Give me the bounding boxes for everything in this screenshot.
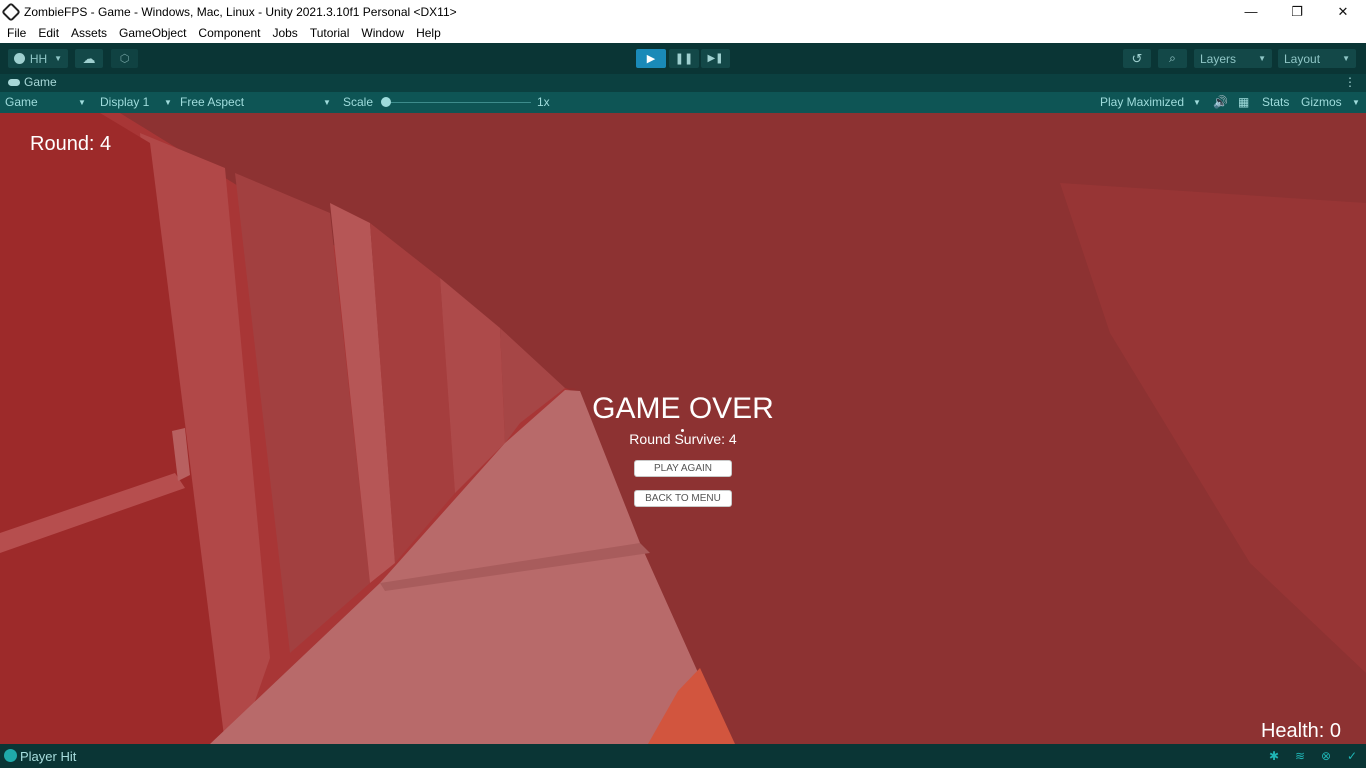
- chevron-down-icon: ▼: [1193, 98, 1201, 107]
- step-button[interactable]: ▶❚: [701, 49, 730, 68]
- search-button[interactable]: ⌕: [1158, 49, 1187, 68]
- play-button[interactable]: ▶: [636, 49, 666, 68]
- stack-icon[interactable]: ≋: [1293, 750, 1307, 763]
- game-mode-dropdown[interactable]: Game: [5, 92, 38, 113]
- menu-edit[interactable]: Edit: [32, 23, 65, 43]
- window-title: ZombieFPS - Game - Windows, Mac, Linux -…: [24, 4, 457, 19]
- game-view-toolbar: Game ▼ Display 1 ▼ Free Aspect ▼ Scale 1…: [0, 92, 1366, 113]
- chevron-down-icon: ▼: [1342, 54, 1350, 63]
- info-icon: [4, 749, 17, 762]
- stats-grid-icon[interactable]: ▦: [1238, 92, 1249, 113]
- tab-game[interactable]: Game: [8, 75, 57, 89]
- pause-icon: ❚❚: [674, 53, 694, 65]
- play-mode-dropdown[interactable]: Play Maximized: [1100, 92, 1184, 113]
- round-counter: Round: 4: [30, 133, 112, 155]
- chevron-down-icon: ▼: [54, 54, 62, 63]
- window-controls: — ❐ ✕: [1228, 0, 1366, 23]
- chevron-down-icon: ▼: [1352, 98, 1360, 107]
- close-button[interactable]: ✕: [1320, 0, 1366, 23]
- network-icon[interactable]: ⊗: [1319, 750, 1333, 763]
- cloud-button[interactable]: ☁: [75, 49, 103, 68]
- aspect-dropdown[interactable]: Free Aspect: [180, 92, 244, 113]
- menu-file[interactable]: File: [0, 23, 32, 43]
- scale-value: 1x: [537, 95, 550, 109]
- game-over-title: GAME OVER: [592, 392, 774, 425]
- menu-bar: File Edit Assets GameObject Component Jo…: [0, 23, 1366, 43]
- menu-gameobject[interactable]: GameObject: [113, 23, 192, 43]
- bug-icon[interactable]: ✱: [1267, 750, 1281, 763]
- account-label: HH: [29, 51, 48, 66]
- scale-slider-handle[interactable]: [381, 97, 391, 107]
- chevron-down-icon: ▼: [78, 98, 86, 107]
- window-titlebar: ZombieFPS - Game - Windows, Mac, Linux -…: [0, 0, 1366, 23]
- account-dropdown[interactable]: HH ▼: [8, 49, 68, 68]
- layers-dropdown[interactable]: Layers ▼: [1194, 49, 1272, 68]
- game-view[interactable]: Round: 4 Health: 0 GAME OVER Round Survi…: [0, 113, 1366, 744]
- display-dropdown[interactable]: Display 1: [100, 92, 149, 113]
- crosshair: [681, 429, 684, 432]
- layers-label: Layers: [1200, 51, 1237, 66]
- view-tab-bar: Game ⋮: [0, 74, 1366, 92]
- gamepad-icon: [8, 78, 20, 86]
- round-survive-text: Round Survive: 4: [629, 431, 737, 447]
- back-to-menu-button[interactable]: BACK TO MENU: [634, 490, 732, 507]
- chevron-down-icon: ▼: [164, 98, 172, 107]
- menu-component[interactable]: Component: [192, 23, 266, 43]
- menu-help[interactable]: Help: [410, 23, 447, 43]
- step-icon: ▶❚: [707, 53, 724, 64]
- menu-tutorial[interactable]: Tutorial: [304, 23, 356, 43]
- stats-button[interactable]: Stats: [1262, 92, 1289, 113]
- chevron-down-icon: ▼: [323, 98, 331, 107]
- menu-window[interactable]: Window: [355, 23, 410, 43]
- tab-game-label: Game: [24, 75, 57, 89]
- layout-label: Layout: [1284, 51, 1321, 66]
- mute-audio-icon[interactable]: 🔊: [1213, 92, 1228, 113]
- unity-logo-icon: [1, 1, 21, 22]
- status-message[interactable]: Player Hit: [20, 749, 76, 764]
- play-again-button[interactable]: PLAY AGAIN: [634, 460, 732, 477]
- main-toolbar: HH ▼ ☁ ⬡ ▶ ❚❚ ▶❚ ↺ ⌕ Layers ▼ Layout ▼: [0, 43, 1366, 74]
- scale-slider-track[interactable]: [384, 102, 531, 103]
- collab-button[interactable]: ⬡: [111, 49, 138, 68]
- scale-label: Scale: [343, 95, 374, 109]
- chevron-down-icon: ▼: [1258, 54, 1266, 63]
- cloud-icon: ☁: [82, 50, 96, 66]
- more-options-icon[interactable]: ⋮: [1344, 75, 1356, 89]
- status-bar: Player Hit ✱ ≋ ⊗ ✓: [0, 744, 1366, 768]
- minimize-button[interactable]: —: [1228, 0, 1274, 23]
- layout-dropdown[interactable]: Layout ▼: [1278, 49, 1356, 68]
- pause-button[interactable]: ❚❚: [669, 49, 699, 68]
- search-icon: ⌕: [1169, 51, 1176, 65]
- menu-assets[interactable]: Assets: [65, 23, 113, 43]
- history-icon: ↺: [1131, 50, 1143, 66]
- play-icon: ▶: [646, 53, 656, 65]
- account-icon: [14, 53, 25, 64]
- check-circle-icon[interactable]: ✓: [1345, 750, 1359, 763]
- maximize-button[interactable]: ❐: [1274, 0, 1320, 23]
- undo-history-button[interactable]: ↺: [1123, 49, 1151, 68]
- collab-icon: ⬡: [119, 53, 130, 65]
- health-counter: Health: 0: [1260, 720, 1341, 742]
- menu-jobs[interactable]: Jobs: [266, 23, 303, 43]
- gizmos-button[interactable]: Gizmos: [1301, 92, 1342, 113]
